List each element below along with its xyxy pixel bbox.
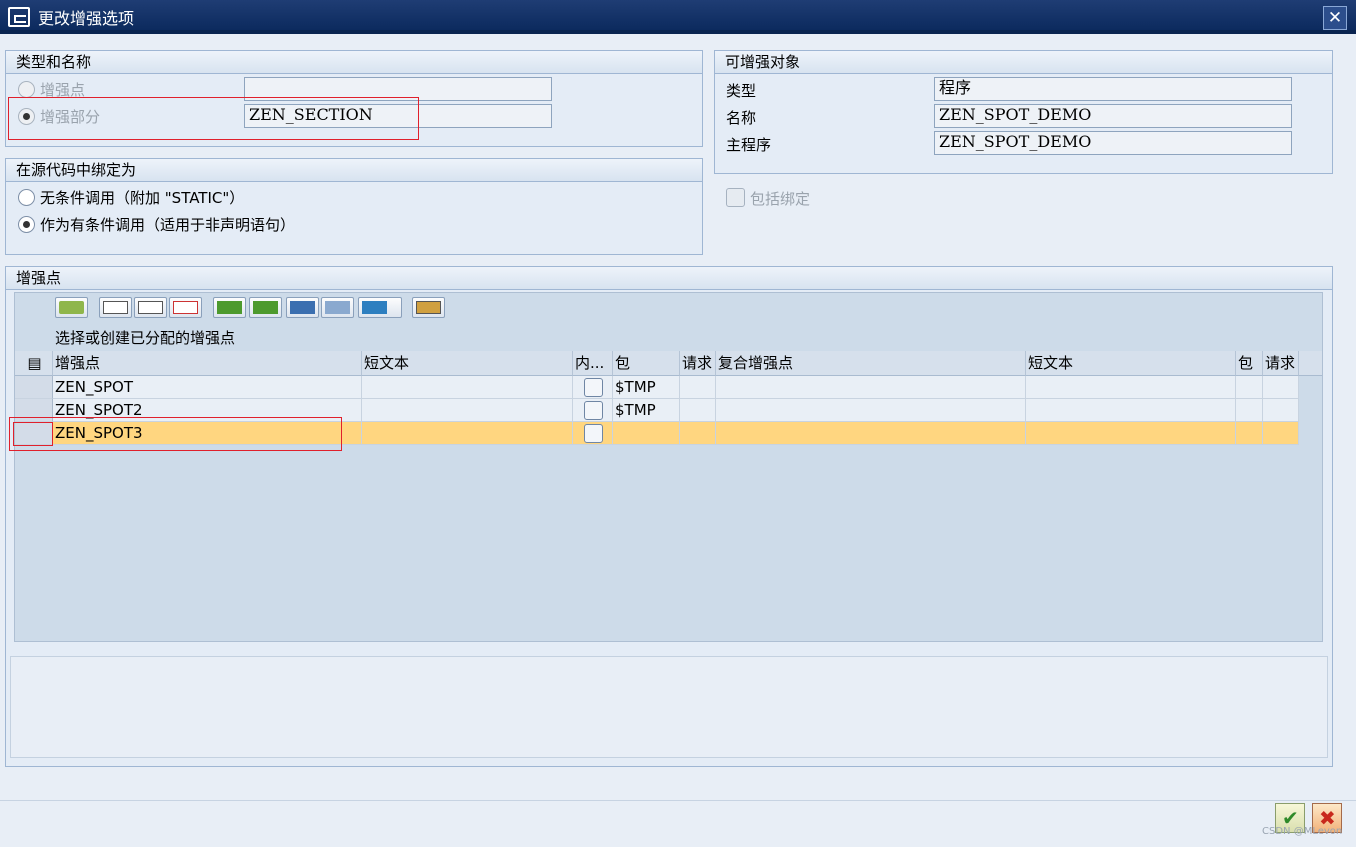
cell-package[interactable]: $TMP <box>613 399 680 422</box>
details-icon[interactable] <box>55 297 88 318</box>
internal-checkbox[interactable] <box>584 401 603 420</box>
new-icon[interactable] <box>99 297 132 318</box>
type-name-header: 类型和名称 <box>6 51 702 74</box>
col-header-composite[interactable]: 复合增强点 <box>716 351 1026 376</box>
cell-composite-request[interactable] <box>1263 422 1299 445</box>
internal-checkbox[interactable] <box>584 378 603 397</box>
cell-composite-package[interactable] <box>1236 422 1263 445</box>
cell-composite-package[interactable] <box>1236 399 1263 422</box>
col-header-text[interactable]: 短文本 <box>362 351 573 376</box>
include-binding-checkbox <box>726 188 745 207</box>
col-header-filler <box>1299 351 1322 376</box>
enhancement-spot-radio <box>18 81 35 98</box>
cell-spot[interactable]: ZEN_SPOT <box>53 376 362 399</box>
internal-checkbox[interactable] <box>584 424 603 443</box>
object-header: 可增强对象 <box>715 51 1332 74</box>
unconditional-call-radio[interactable] <box>18 189 35 206</box>
col-header-composite-package[interactable]: 包 <box>1236 351 1263 376</box>
col-header-package[interactable]: 包 <box>613 351 680 376</box>
layout-icon[interactable] <box>412 297 445 318</box>
spots-instruction: 选择或创建已分配的增强点 <box>55 329 236 347</box>
object-type-label: 类型 <box>726 82 757 100</box>
unconditional-call-label: 无条件调用（附加 "STATIC"） <box>40 189 245 207</box>
cell-package[interactable] <box>613 422 680 445</box>
cell-composite-text[interactable] <box>1026 399 1236 422</box>
conditional-call-radio[interactable] <box>18 216 35 233</box>
cell-text[interactable] <box>362 376 573 399</box>
window-title: 更改增强选项 <box>38 9 135 28</box>
col-header-composite-text[interactable]: 短文本 <box>1026 351 1236 376</box>
cell-composite-text[interactable] <box>1026 422 1236 445</box>
spots-lower-panel <box>10 656 1328 758</box>
col-header-composite-request[interactable]: 请求 <box>1263 351 1299 376</box>
col-header-internal[interactable]: 内... <box>573 351 613 376</box>
binding-header: 在源代码中绑定为 <box>6 159 702 182</box>
object-name-field: ZEN_SPOT_DEMO <box>934 104 1292 128</box>
col-header-spot[interactable]: 增强点 <box>53 351 362 376</box>
cell-composite-text[interactable] <box>1026 376 1236 399</box>
include-binding-label: 包括绑定 <box>750 190 811 208</box>
title-bar <box>0 0 1356 34</box>
cell-composite-package[interactable] <box>1236 376 1263 399</box>
filter-icon[interactable] <box>358 297 402 318</box>
find-icon[interactable] <box>286 297 319 318</box>
cell-request[interactable] <box>680 422 716 445</box>
delete-row-icon[interactable] <box>134 297 167 318</box>
find-next-icon[interactable] <box>321 297 354 318</box>
object-name-label: 名称 <box>726 109 757 127</box>
cell-text[interactable] <box>362 422 573 445</box>
cell-composite-request[interactable] <box>1263 376 1299 399</box>
highlight-box-section <box>8 97 419 140</box>
main-program-field: ZEN_SPOT_DEMO <box>934 131 1292 155</box>
highlight-box-selector <box>13 422 53 446</box>
cell-request[interactable] <box>680 376 716 399</box>
window-menu-icon[interactable] <box>8 7 30 27</box>
sort-desc-icon[interactable] <box>249 297 282 318</box>
cell-text[interactable] <box>362 399 573 422</box>
row-selector[interactable] <box>15 376 53 399</box>
main-program-label: 主程序 <box>726 136 772 154</box>
cell-request[interactable] <box>680 399 716 422</box>
watermark: CSDN @MLevon <box>1262 826 1343 837</box>
col-header-request[interactable]: 请求 <box>680 351 716 376</box>
footer-bar <box>0 800 1356 847</box>
cell-package[interactable]: $TMP <box>613 376 680 399</box>
object-type-field: 程序 <box>934 77 1292 101</box>
spots-header: 增强点 <box>6 267 1332 290</box>
close-button[interactable]: ✕ <box>1323 6 1347 30</box>
cell-composite[interactable] <box>716 399 1026 422</box>
cell-composite-request[interactable] <box>1263 399 1299 422</box>
deselect-icon[interactable] <box>169 297 202 318</box>
cell-composite[interactable] <box>716 376 1026 399</box>
highlight-box-row <box>9 417 342 451</box>
sort-asc-icon[interactable] <box>213 297 246 318</box>
table-settings-icon[interactable]: ▤ <box>15 351 53 376</box>
cell-composite[interactable] <box>716 422 1026 445</box>
conditional-call-label: 作为有条件调用（适用于非声明语句） <box>40 216 296 234</box>
